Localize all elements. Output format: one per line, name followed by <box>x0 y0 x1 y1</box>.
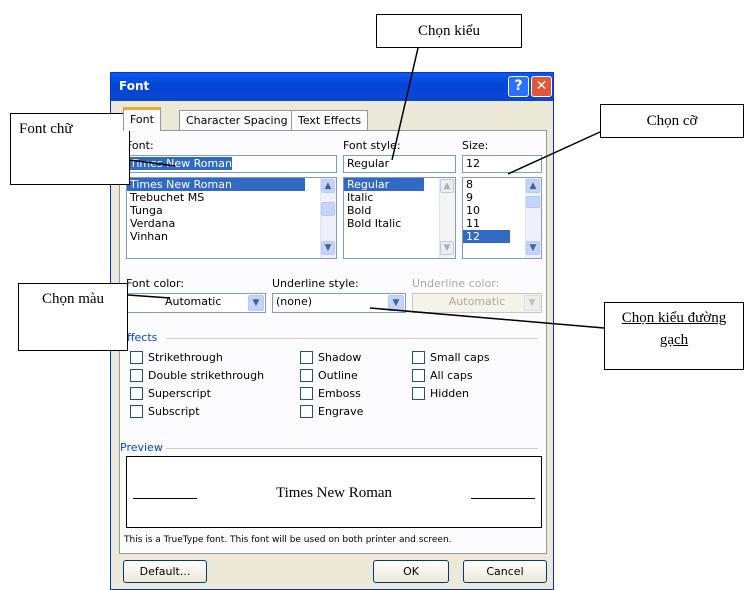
tab-font[interactable]: Font <box>123 107 161 131</box>
arrow-underline <box>369 307 605 329</box>
callout-style: Chọn kiểu <box>376 14 522 48</box>
callout-underline: Chọn kiểu đường gạch <box>604 302 744 370</box>
callout-color: Chọn màu <box>18 283 128 351</box>
arrow-style <box>391 47 419 161</box>
callout-size: Chọn cỡ <box>600 104 744 138</box>
arrow-color <box>127 294 171 299</box>
arrow-size <box>507 131 601 175</box>
arrow-font <box>129 159 176 167</box>
callout-font: Font chữ <box>10 113 130 185</box>
